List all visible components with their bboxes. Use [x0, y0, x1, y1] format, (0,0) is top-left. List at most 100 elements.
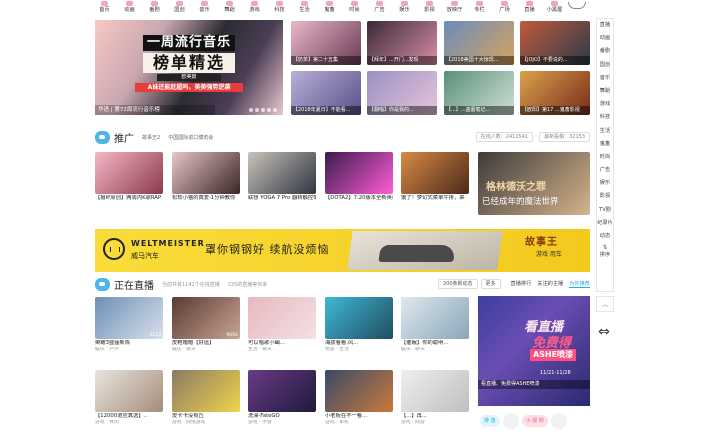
- nav-item-icon: [551, 1, 558, 6]
- nav-item-icon: [276, 1, 283, 6]
- live-card-tag: 游戏 · 手游: [248, 420, 272, 425]
- banner-subtitle: A妹还能赶超吗，美美强势逆袭: [135, 83, 243, 92]
- sidebar-item[interactable]: 广告: [600, 164, 610, 177]
- live-card[interactable]: 海拔看看.风... 绘画 · 生活: [325, 297, 393, 353]
- video-card[interactable]: 【2018年夏日】不能看...: [291, 71, 361, 115]
- sidebar-item[interactable]: 纪录片: [597, 217, 613, 230]
- nav-item[interactable]: 番剧: [142, 0, 167, 18]
- live-card[interactable]: 小老板在不一看... 游戏 · 单机: [325, 370, 393, 426]
- live-thumbnail: [95, 370, 163, 412]
- nav-item[interactable]: 动画: [117, 0, 142, 18]
- nav-item[interactable]: 国创: [167, 0, 192, 18]
- promo-card[interactable]: 联想 YOGA 7 Pro 翻转触控笔: [248, 152, 316, 202]
- nav-item[interactable]: 鬼畜: [317, 0, 342, 18]
- video-title-overlay: 【欧阳】第17 ...鬼畜影视: [520, 106, 590, 115]
- live-card[interactable]: 洗澡·FateGO 游戏 · 手游: [248, 370, 316, 426]
- live-card[interactable]: 皮卡卡没有丘 游戏 · 网络游戏: [172, 370, 240, 426]
- mini-video-button[interactable]: 小 视 频: [521, 415, 548, 427]
- sidebar-item[interactable]: 生活: [600, 125, 610, 138]
- video-card[interactable]: 【拜年】...开门...发现: [367, 21, 437, 65]
- banner-title-2: 榜单精选: [143, 53, 235, 73]
- more-button[interactable]: 更多: [480, 279, 501, 289]
- advertisement-banner[interactable]: WELTMEISTER 威马汽车 罩你钢钢好 续航没烦恼 故事王 游戏 用车: [95, 229, 590, 272]
- live-sub-text[interactable]: 235的直播等你来: [228, 281, 268, 288]
- nav-item[interactable]: 专栏: [467, 0, 492, 18]
- nav-item[interactable]: 影视: [417, 0, 442, 18]
- live-card[interactable]: 可以唱歌小幽... 生活 · 聊天: [248, 297, 316, 353]
- video-card[interactable]: 【欧阳】第17 ...鬼畜影视: [520, 71, 590, 115]
- promo-card[interactable]: 格林德沃之罪 已经成年的魔法世界: [478, 152, 590, 215]
- nav-item[interactable]: 广告: [367, 0, 392, 18]
- live-card-title: 可以唱歌小幽...: [248, 340, 285, 346]
- live-card[interactable]: 【催眠】你的聪明... 娱乐 · 聊天: [401, 297, 469, 353]
- nav-item[interactable]: 生活: [292, 0, 317, 18]
- live-card[interactable]: 9692 皮鞋暗暗【好运】 娱乐 · 聊天: [172, 297, 240, 353]
- banner-pagination[interactable]: [249, 108, 277, 112]
- hero-banner[interactable]: 一周流行音乐 榜单精选 欧美篇 A妹还能赶超吗，美美强势逆袭 华语 | 第72周…: [95, 20, 283, 115]
- rank-button[interactable]: 排 落: [480, 415, 500, 427]
- category-nav: 首页 动画 番剧 国创 音乐 舞蹈 游戏 科技 生活 鬼畜 时尚 广告 娱乐 影视 放映厅 专栏 广场 直播 小黑屋: [92, 0, 592, 18]
- live-card[interactable]: 【12000道应真选】.. 游戏 · 休闲: [95, 370, 163, 426]
- sidebar-item[interactable]: 游戏: [600, 98, 610, 111]
- scroll-cursor-icon: ⇔: [598, 324, 610, 340]
- nav-item[interactable]: 娱乐: [392, 0, 417, 18]
- sidebar-item[interactable]: 国创: [600, 59, 610, 72]
- nav-item-icon: [451, 1, 458, 6]
- sidebar-item[interactable]: 鬼畜: [600, 138, 610, 151]
- live-tab[interactable]: 为你推荐: [569, 280, 590, 288]
- sidebar-item[interactable]: 音乐: [600, 72, 610, 85]
- refresh-button[interactable]: 200条新动态: [437, 279, 478, 289]
- video-card[interactable]: 【2018美国十大惊现...: [444, 21, 514, 65]
- sidebar-item[interactable]: 时尚: [600, 151, 610, 164]
- promo-card[interactable]: 饿了！梦幻式菜单牛排，来: [401, 152, 469, 202]
- sidebar-item[interactable]: TV剧: [599, 204, 611, 217]
- promo-link-2[interactable]: 中国国际进口博览会: [168, 134, 213, 141]
- live-tab[interactable]: 直播排行: [511, 280, 532, 288]
- promo-card[interactable]: 松软小猫的真爱·1分钟教你: [172, 152, 240, 202]
- sidebar-item[interactable]: 直播: [600, 19, 610, 32]
- nav-item[interactable]: 科技: [267, 0, 292, 18]
- back-to-top-button[interactable]: ︿: [596, 296, 614, 312]
- promo-link-1[interactable]: 故事王2: [142, 134, 160, 141]
- camera-icon[interactable]: [502, 413, 519, 429]
- nav-item[interactable]: 广场: [492, 0, 517, 18]
- promo-line-3: ASHE喷漆: [530, 349, 576, 361]
- sidebar-item[interactable]: 动态: [600, 230, 610, 243]
- nav-item[interactable]: 首页: [92, 0, 117, 18]
- sidebar-item[interactable]: 影视: [600, 190, 610, 203]
- nav-item[interactable]: 放映厅: [442, 0, 467, 18]
- sidebar-item[interactable]: 科技: [600, 111, 610, 124]
- nav-item-icon: [101, 1, 108, 6]
- video-thumbnail: 【拜年】...开门...发现: [367, 21, 437, 65]
- banner-title-3: 欧美篇: [157, 74, 221, 81]
- nav-item[interactable]: 小黑屋: [542, 0, 567, 18]
- film-reel-icon[interactable]: [550, 413, 567, 429]
- nav-item-icon: [176, 1, 183, 6]
- nav-item-label: 直播: [524, 7, 535, 13]
- nav-item[interactable]: 舞蹈: [217, 0, 242, 18]
- sidebar-item[interactable]: 动画: [600, 32, 610, 45]
- live-card[interactable]: 【...】再... 游戏 · 网游: [401, 370, 469, 426]
- nav-item-label: 科技: [274, 7, 285, 13]
- live-section-title: 正在直播: [114, 280, 154, 292]
- nav-item[interactable]: 直播: [517, 0, 542, 18]
- sidebar-item[interactable]: 娱乐: [600, 177, 610, 190]
- video-card[interactable]: 【JOJO】不要说的...: [520, 21, 590, 65]
- video-card[interactable]: 【奶茶】第二十五集: [291, 21, 361, 65]
- live-card-title: 【催眠】你的聪明...: [401, 340, 449, 346]
- live-thumbnail: [401, 370, 469, 412]
- live-promo-banner[interactable]: 看直播 免费得 ASHE喷漆 11/21-11/28: [478, 296, 590, 406]
- nav-item[interactable]: 时尚: [342, 0, 367, 18]
- promo-card[interactable]: 【摄IP原创】两周内K歌RAP: [95, 152, 163, 202]
- live-card[interactable]: 3213 荣耀3蓝猛新陈 娱乐 · 户外: [95, 297, 163, 353]
- sidebar-item[interactable]: 番剧: [600, 45, 610, 58]
- video-card[interactable]: 【翻唱】你是我的...: [367, 71, 437, 115]
- live-tab[interactable]: 关注的主播: [537, 280, 563, 288]
- video-card[interactable]: 【...】...盗墓笔记...: [444, 71, 514, 115]
- nav-item-label: 动画: [124, 7, 135, 13]
- sidebar-sort-button[interactable]: 排序: [600, 251, 610, 261]
- sidebar-item[interactable]: 舞蹈: [600, 85, 610, 98]
- promo-card[interactable]: 【DOTA2】7.20版本全新英雄: [325, 152, 393, 202]
- nav-item[interactable]: 音乐: [192, 0, 217, 18]
- nav-item[interactable]: 游戏: [242, 0, 267, 18]
